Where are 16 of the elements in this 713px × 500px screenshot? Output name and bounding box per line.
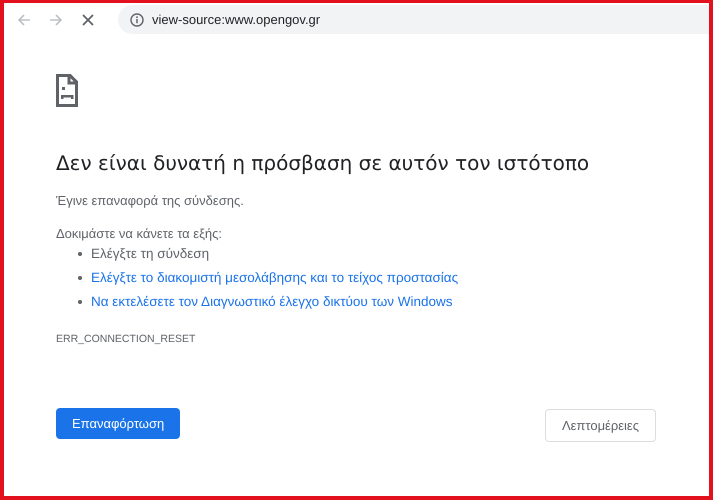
info-icon[interactable] [130,12,144,26]
error-message: Έγινε επαναφορά της σύνδεσης. [56,193,244,208]
bullet-icon [78,276,82,280]
suggestion-text: Ελέγξτε τη σύνδεση [91,245,210,263]
sad-document-icon [56,74,78,107]
suggestions-heading: Δοκιμάστε να κάνετε τα εξής: [56,226,222,241]
suggestion-link[interactable]: Ελέγξτε το διακομιστή μεσολάβησης και το τείχος προστασίας [91,269,458,287]
bullet-icon [78,252,82,256]
error-title: Δεν είναι δυνατή η πρόσβαση σε αυτόν τον ιστότοπο [56,151,590,175]
details-button[interactable]: Λεπτομέρειες [544,409,656,442]
url-text: view-source:www.opengov.gr [152,12,320,27]
address-bar[interactable]: view-source:www.opengov.gr [118,5,709,34]
reload-button[interactable]: Επαναφόρτωση [56,408,180,439]
suggestion-link[interactable]: Να εκτελέσετε τον Διαγνωστικό έλεγχο δικτύου των Windows [91,293,453,311]
error-code: ERR_CONNECTION_RESET [56,333,196,345]
bullet-icon [78,300,82,304]
